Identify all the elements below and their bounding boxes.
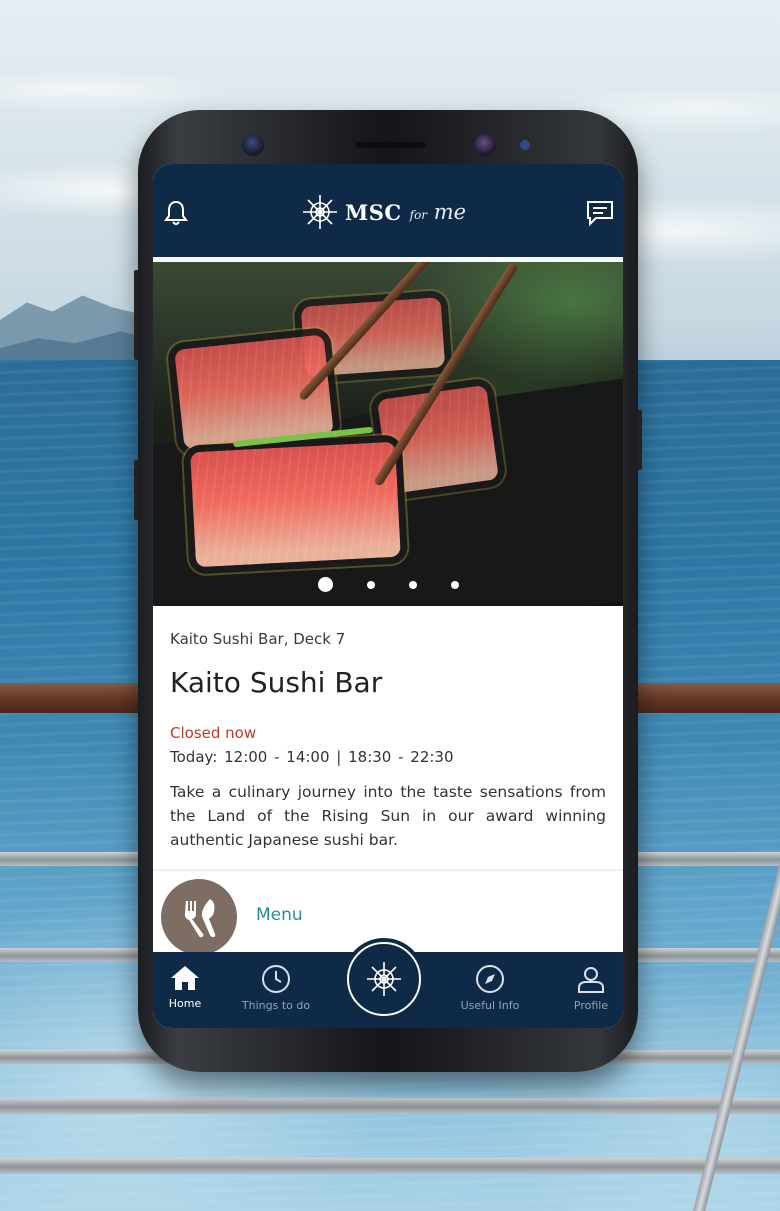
- clock-icon: [262, 965, 290, 993]
- nav-things-to-do[interactable]: Things to do: [236, 964, 316, 1026]
- nav-useful-info-label: Useful Info: [460, 999, 520, 1012]
- logo-subtext: for me: [410, 200, 466, 224]
- compass-rose-icon: [367, 962, 401, 996]
- msc-for-me-logo: MSC for me: [301, 194, 466, 230]
- nav-things-to-do-label: Things to do: [241, 999, 311, 1012]
- opening-hours: Today: 12:00 - 14:00 | 18:30 - 22:30: [170, 748, 454, 766]
- side-button: [134, 460, 139, 520]
- logo-text: MSC: [345, 199, 402, 225]
- carousel-dot-active[interactable]: [317, 577, 333, 592]
- volume-button: [134, 270, 139, 360]
- nav-center-button[interactable]: [347, 942, 421, 1016]
- carousel-dot[interactable]: [450, 580, 459, 589]
- notifications-button[interactable]: [159, 196, 193, 230]
- bell-icon: [164, 200, 188, 225]
- nav-home[interactable]: Home: [153, 964, 225, 1026]
- tuna-piece: [190, 441, 401, 568]
- user-icon: [578, 967, 604, 993]
- carousel-dot[interactable]: [408, 580, 417, 589]
- logo-sub-main: me: [433, 200, 467, 224]
- menu-icon-circle[interactable]: [161, 879, 237, 955]
- power-button: [637, 410, 642, 470]
- venue-info-card: Kaito Sushi Bar, Deck 7 Kaito Sushi Bar …: [153, 606, 623, 868]
- railing-bar: [0, 1158, 780, 1174]
- nav-profile[interactable]: Profile: [551, 964, 623, 1026]
- compass-rose-logo-icon: [303, 195, 337, 229]
- iris-sensor: [474, 134, 496, 156]
- app-screen: MSC for me Kaito Sushi Bar, Deck 7 Kaito…: [153, 164, 623, 1028]
- logo-sub-small: for: [409, 208, 428, 222]
- bottom-navigation: Home Things to do Useful Info Profile: [153, 942, 623, 1028]
- front-camera: [242, 134, 264, 156]
- compass-icon: [476, 965, 504, 993]
- venue-description: Take a culinary journey into the taste s…: [170, 783, 606, 849]
- chat-icon: [587, 201, 613, 227]
- smartphone: MSC for me Kaito Sushi Bar, Deck 7 Kaito…: [134, 110, 642, 1072]
- venue-title: Kaito Sushi Bar: [170, 666, 383, 699]
- carousel-dot[interactable]: [366, 580, 375, 589]
- venue-photo-carousel[interactable]: [153, 262, 623, 606]
- home-icon: [171, 966, 199, 990]
- phone-speaker: [356, 142, 426, 148]
- cutlery-icon: [184, 899, 216, 938]
- menu-link-label[interactable]: Menu: [256, 905, 303, 925]
- nav-home-label: Home: [168, 997, 202, 1010]
- opening-status: Closed now: [170, 724, 257, 742]
- railing-bar: [0, 1098, 780, 1114]
- nav-profile-label: Profile: [573, 999, 609, 1012]
- nav-useful-info[interactable]: Useful Info: [450, 964, 530, 1026]
- app-header: MSC for me: [153, 164, 623, 257]
- messages-button[interactable]: [583, 196, 617, 230]
- proximity-sensor: [520, 140, 530, 150]
- venue-location: Kaito Sushi Bar, Deck 7: [170, 630, 346, 648]
- carousel-indicators: [153, 577, 623, 592]
